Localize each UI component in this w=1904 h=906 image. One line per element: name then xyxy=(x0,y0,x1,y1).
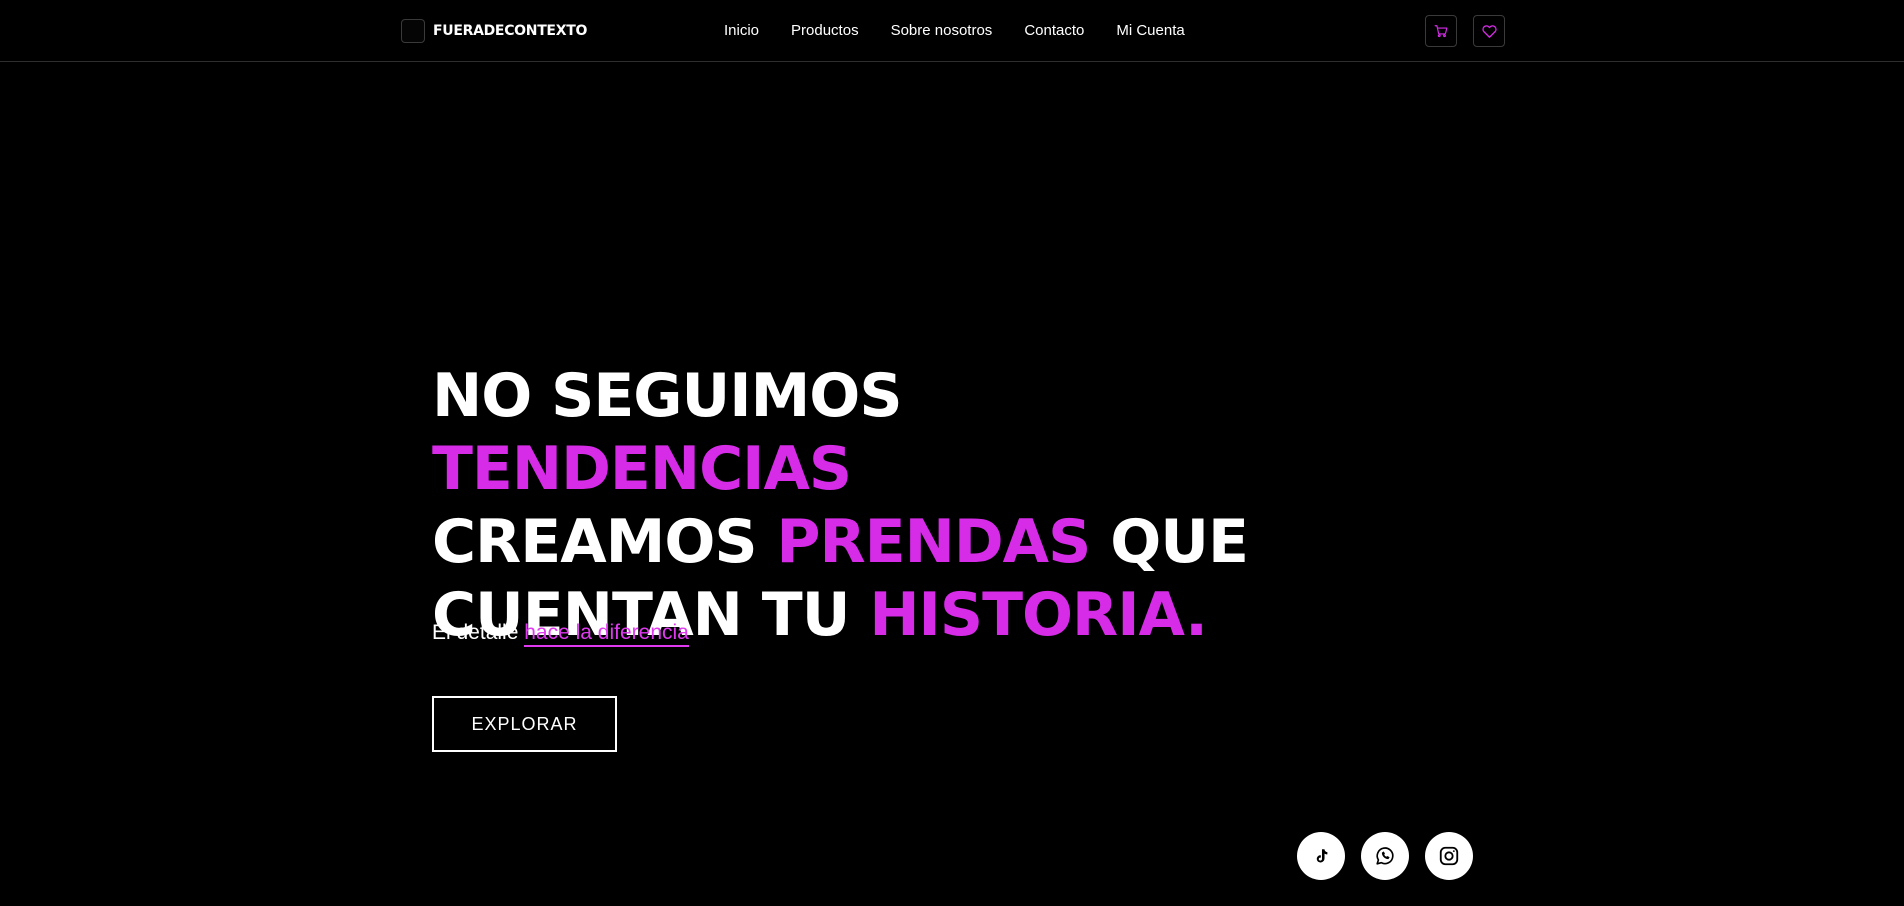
heart-icon xyxy=(1481,24,1497,38)
site-header: FUERADECONTEXTO Inicio Productos Sobre n… xyxy=(0,0,1904,62)
nav-item-sobre-nosotros[interactable]: Sobre nosotros xyxy=(891,22,993,39)
logo-mark xyxy=(401,19,425,43)
headline-line-1: NO SEGUIMOS TENDENCIAS xyxy=(432,361,903,504)
whatsapp-icon xyxy=(1376,847,1394,865)
hero-subtitle: El detalle hace la diferencia xyxy=(432,621,689,647)
cart-button[interactable] xyxy=(1425,15,1457,47)
headline-highlight-tendencias: TENDENCIAS xyxy=(432,434,852,504)
brand-logo[interactable]: FUERADECONTEXTO xyxy=(401,18,587,44)
main-nav: Inicio Productos Sobre nosotros Contacto… xyxy=(724,22,1185,39)
nav-item-mi-cuenta[interactable]: Mi Cuenta xyxy=(1116,22,1184,39)
whatsapp-button[interactable] xyxy=(1361,832,1409,880)
explorar-button[interactable]: EXPLORAR xyxy=(432,696,617,752)
brand-name: FUERADECONTEXTO xyxy=(433,23,588,39)
hero-section: NO SEGUIMOS TENDENCIAS CREAMOS PRENDAS Q… xyxy=(432,360,1332,652)
headline-highlight-prendas: PRENDAS xyxy=(776,507,1091,577)
hero-subtitle-link[interactable]: hace la diferencia xyxy=(524,621,689,647)
nav-item-inicio[interactable]: Inicio xyxy=(724,22,759,39)
wishlist-button[interactable] xyxy=(1473,15,1505,47)
instagram-button[interactable] xyxy=(1425,832,1473,880)
instagram-icon xyxy=(1439,846,1459,866)
nav-item-productos[interactable]: Productos xyxy=(791,22,859,39)
tiktok-button[interactable] xyxy=(1297,832,1345,880)
nav-item-contacto[interactable]: Contacto xyxy=(1024,22,1084,39)
headline-line-2: CREAMOS PRENDAS QUE xyxy=(432,507,1249,577)
headline-highlight-historia: HISTORIA. xyxy=(869,580,1208,650)
hero-headline: NO SEGUIMOS TENDENCIAS CREAMOS PRENDAS Q… xyxy=(432,360,1332,652)
tiktok-icon xyxy=(1316,849,1328,863)
cart-icon xyxy=(1434,25,1448,38)
